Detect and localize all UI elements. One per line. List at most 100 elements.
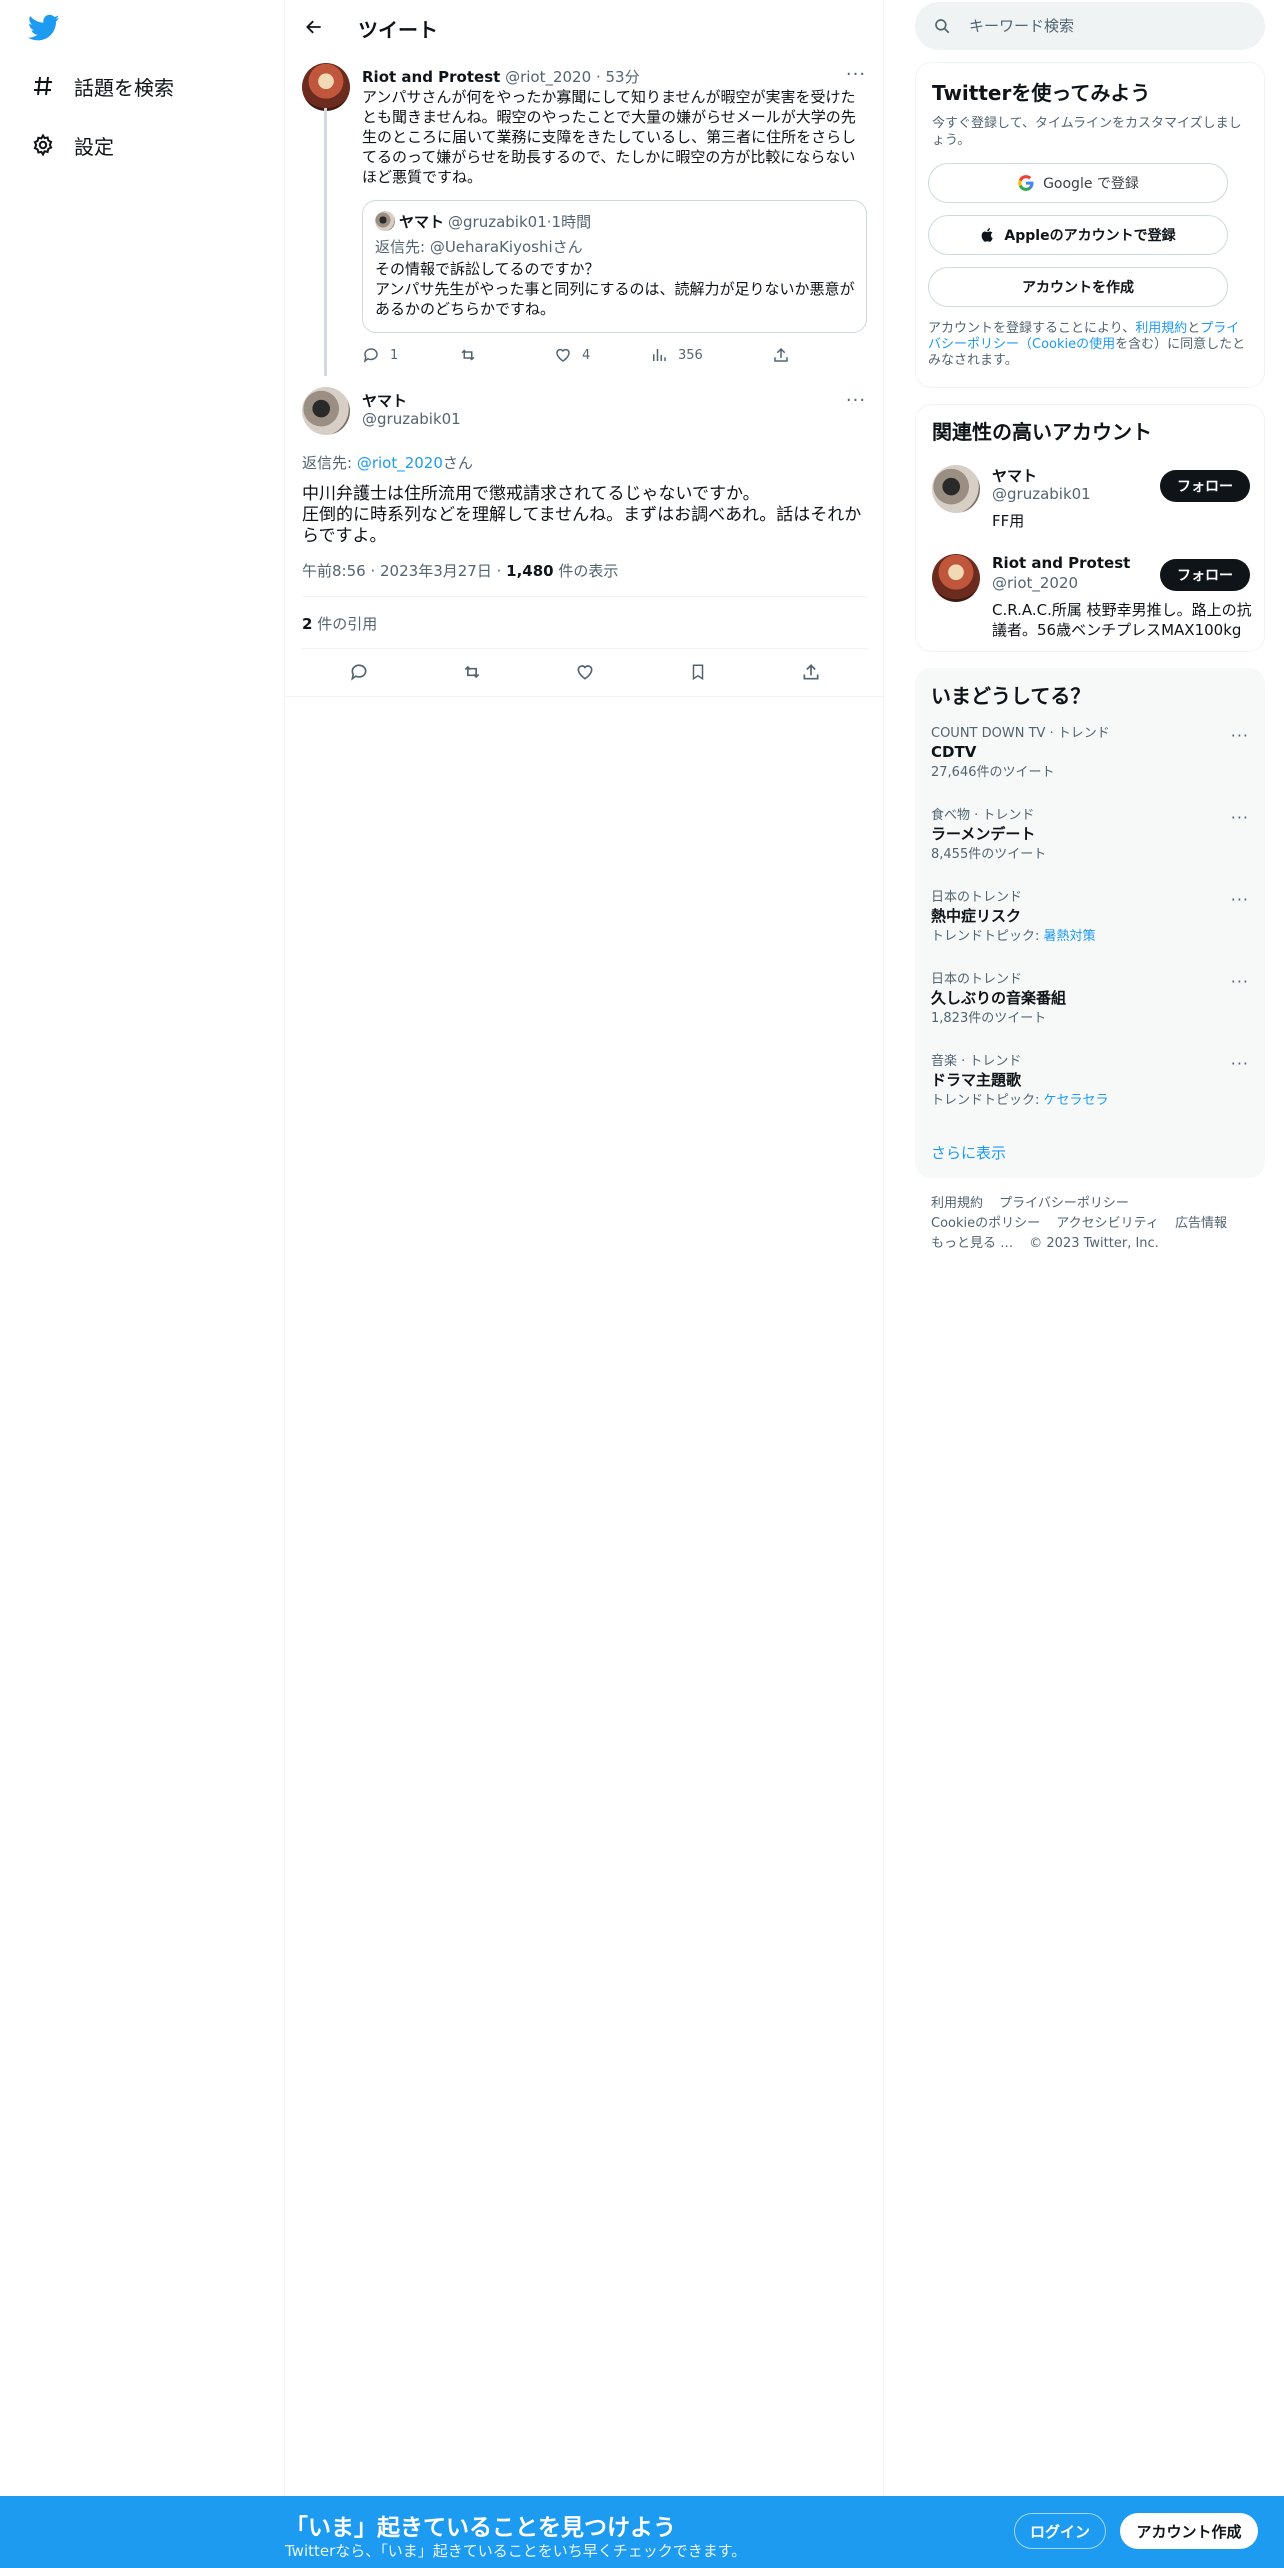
retweet-button[interactable] xyxy=(459,660,485,684)
footer-link[interactable]: アクセシビリティ xyxy=(1056,1216,1159,1231)
footer-more-link[interactable]: もっと見る … xyxy=(931,1236,1013,1251)
share-button[interactable] xyxy=(798,660,824,684)
more-icon[interactable]: ··· xyxy=(1231,1054,1249,1073)
back-button[interactable] xyxy=(300,13,328,41)
related-account-item[interactable]: ヤマト @gruzabik01 FF用 フォロー xyxy=(932,465,1250,535)
retweet-button[interactable] xyxy=(458,343,488,367)
quoted-avatar xyxy=(375,211,395,231)
nav-settings[interactable]: 設定 xyxy=(30,125,114,165)
more-icon[interactable]: ··· xyxy=(1231,726,1249,745)
create-account-button[interactable]: アカウントを作成 xyxy=(928,267,1228,307)
account-bio: FF用 xyxy=(992,512,1025,530)
trend-name: ラーメンデート xyxy=(931,825,1036,843)
footer-link[interactable]: Cookieのポリシー xyxy=(931,1216,1040,1231)
trend-topic-link[interactable]: 暑熱対策 xyxy=(1044,929,1096,944)
author-handle[interactable]: @gruzabik01 xyxy=(362,410,461,428)
search-input[interactable] xyxy=(969,2,1249,50)
apple-icon xyxy=(980,226,996,244)
account-name[interactable]: ヤマト xyxy=(992,465,1037,486)
apple-signup-button[interactable]: Appleのアカウントで登録 xyxy=(928,215,1228,255)
footer-link[interactable]: 広告情報 xyxy=(1175,1216,1227,1231)
nav-settings-label: 設定 xyxy=(74,134,114,159)
more-icon[interactable]: ··· xyxy=(842,64,870,85)
banner-subtitle: Twitterなら、「いま」起きていることをいち早くチェックできます。 xyxy=(285,2542,747,2560)
share-button[interactable] xyxy=(772,343,800,367)
tweet-date[interactable]: 2023年3月27日 xyxy=(380,562,492,580)
terms-link[interactable]: 利用規約 xyxy=(1135,321,1187,336)
twitter-logo-icon[interactable] xyxy=(27,14,60,42)
account-handle[interactable]: @riot_2020 xyxy=(992,574,1078,592)
quoted-author-name: ヤマト xyxy=(399,213,445,231)
heart-icon xyxy=(577,665,593,680)
trend-item[interactable]: 日本のトレンド 熱中症リスク トレンドトピック: 暑熱対策 ··· xyxy=(931,890,1249,946)
divider xyxy=(286,696,884,697)
trend-name: ドラマ主題歌 xyxy=(931,1071,1022,1089)
views-button[interactable]: 356 xyxy=(650,343,703,367)
avatar[interactable] xyxy=(302,63,350,111)
author-handle[interactable]: @riot_2020 xyxy=(505,68,591,86)
reply-to-handle-link[interactable]: @riot_2020 xyxy=(357,454,443,472)
quotes-count-link[interactable]: 2 件の引用 xyxy=(302,613,377,634)
trends-title: いまどうしてる？ xyxy=(931,684,1091,708)
trend-item[interactable]: 音楽 · トレンド ドラマ主題歌 トレンドトピック: ケセラセラ ··· xyxy=(931,1054,1249,1110)
trend-count: 8,455件のツイート xyxy=(931,847,1047,862)
avatar[interactable] xyxy=(932,554,980,602)
divider xyxy=(302,648,868,649)
reply-button[interactable] xyxy=(346,660,372,684)
quoted-author-handle: @gruzabik01 xyxy=(448,212,547,231)
signup-button[interactable]: アカウント作成 xyxy=(1120,2513,1258,2549)
divider xyxy=(302,596,868,597)
google-signup-button[interactable]: Google で登録 xyxy=(928,163,1228,203)
separator-dot: · xyxy=(496,562,507,580)
banner-title: 「いま」起きていることを見つけよう xyxy=(285,2515,676,2541)
quotes-label: 件の引用 xyxy=(317,615,378,633)
account-handle[interactable]: @gruzabik01 xyxy=(992,485,1091,503)
tweet-time[interactable]: 午前8:56 xyxy=(302,562,366,580)
show-more-link[interactable]: さらに表示 xyxy=(931,1142,1006,1163)
more-icon[interactable]: ··· xyxy=(1231,972,1249,991)
footer-link[interactable]: 利用規約 xyxy=(931,1196,983,1211)
bookmark-button[interactable] xyxy=(685,660,711,684)
terms-and: と xyxy=(1187,321,1201,336)
trend-item[interactable]: 日本のトレンド 久しぶりの音楽番組 1,823件のツイート ··· xyxy=(931,972,1249,1028)
separator-dot: · xyxy=(370,562,381,580)
tweet-author[interactable]: Riot and Protest @riot_2020 · 53分 xyxy=(362,66,640,87)
account-name[interactable]: Riot and Protest xyxy=(992,554,1130,572)
trend-topic-link[interactable]: ケセラセラ xyxy=(1044,1093,1109,1108)
avatar[interactable] xyxy=(302,387,350,435)
more-icon[interactable]: ··· xyxy=(1231,808,1249,827)
google-signup-label: Google で登録 xyxy=(1043,176,1139,192)
follow-button[interactable]: フォロー xyxy=(1160,559,1250,591)
trend-topic-prefix: トレンドトピック: xyxy=(931,1093,1044,1108)
footer-link[interactable]: プライバシーポリシー xyxy=(999,1196,1129,1211)
main-column: ツイート Riot and Protest @riot_2020 · 53分 ·… xyxy=(286,0,884,2500)
login-button[interactable]: ログイン xyxy=(1014,2513,1106,2549)
nav-explore[interactable]: 話題を検索 xyxy=(30,66,174,106)
more-icon[interactable]: ··· xyxy=(842,390,870,411)
reply-prefix: 返信先: xyxy=(302,454,357,472)
author-name[interactable]: ヤマト xyxy=(362,390,407,411)
author-name[interactable]: Riot and Protest xyxy=(362,68,500,86)
like-button[interactable] xyxy=(572,660,598,684)
trends-card: いまどうしてる？ COUNT DOWN TV · トレンド CDTV 27,64… xyxy=(915,668,1265,1178)
tweet-time[interactable]: 53分 xyxy=(605,68,639,86)
trend-name: CDTV xyxy=(931,743,977,761)
quoted-tweet[interactable]: ヤマト @gruzabik01 · 1時間 返信先: @UeharaKiyosh… xyxy=(362,200,867,333)
left-navigation: 話題を検索 設定 xyxy=(0,0,285,2568)
reply-button[interactable]: 1 xyxy=(362,343,398,367)
follow-button[interactable]: フォロー xyxy=(1160,470,1250,502)
like-button[interactable]: 4 xyxy=(554,343,590,367)
trend-item[interactable]: 食べ物 · トレンド ラーメンデート 8,455件のツイート ··· xyxy=(931,808,1249,864)
avatar[interactable] xyxy=(932,465,980,513)
trend-meta: 音楽 · トレンド xyxy=(931,1054,1022,1069)
trend-meta: COUNT DOWN TV · トレンド xyxy=(931,726,1110,741)
page-title: ツイート xyxy=(358,18,438,42)
related-account-item[interactable]: Riot and Protest @riot_2020 C.R.A.C.所属 枝… xyxy=(932,554,1252,644)
trend-item[interactable]: COUNT DOWN TV · トレンド CDTV 27,646件のツイート ·… xyxy=(931,726,1249,782)
more-icon[interactable]: ··· xyxy=(1231,890,1249,909)
quotes-count: 2 xyxy=(302,615,313,633)
reply-icon xyxy=(363,348,378,363)
apple-signup-label: Appleのアカウントで登録 xyxy=(1004,228,1176,244)
cookie-use-link[interactable]: Cookieの使用 xyxy=(1032,337,1115,352)
search-box[interactable] xyxy=(915,2,1265,50)
